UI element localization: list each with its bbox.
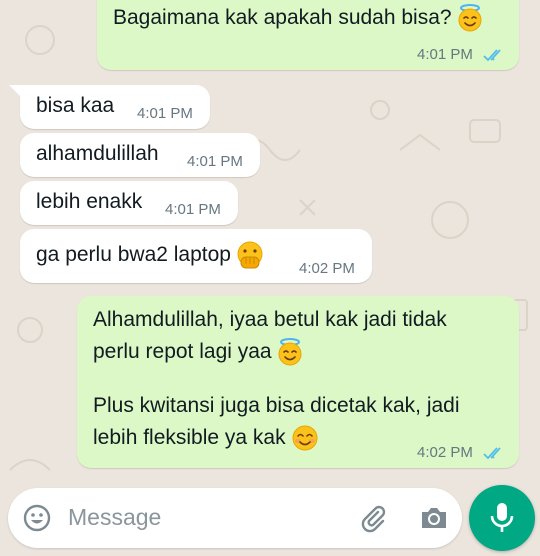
read-ticks-icon	[483, 49, 501, 62]
emoji-icon[interactable]	[22, 503, 52, 533]
message-time: 4:01 PM	[417, 46, 473, 63]
message-composer[interactable]: Message	[8, 488, 462, 548]
outgoing-message[interactable]: Alhamdulillah, iyaa betul kak jadi tidak…	[77, 296, 519, 468]
message-line: Alhamdulillah, iyaa betul kak jadi tidak	[93, 308, 447, 331]
message-text: Bagaimana kak apakah sudah bisa?	[113, 6, 452, 29]
message-time: 4:02 PM	[299, 260, 355, 277]
mic-icon	[490, 503, 514, 532]
message-text: bisa kaa	[36, 94, 115, 117]
message-text: alhamdulillah	[36, 142, 159, 165]
smiling-face-with-halo-emoji	[278, 338, 302, 366]
incoming-message[interactable]: ga perlu bwa2 laptop 4:02 PM	[20, 229, 372, 283]
attach-icon[interactable]	[358, 503, 388, 533]
camera-icon[interactable]	[419, 504, 449, 532]
smiling-face-with-halo-emoji	[458, 4, 482, 32]
message-line: perlu repot lagi yaa	[93, 340, 272, 363]
incoming-message[interactable]: lebih enakk 4:01 PM	[20, 181, 238, 225]
incoming-message[interactable]: alhamdulillah 4:01 PM	[20, 133, 260, 177]
message-time: 4:01 PM	[187, 153, 243, 170]
voice-message-button[interactable]	[469, 485, 535, 551]
read-ticks-icon	[483, 447, 501, 460]
face-with-hand-over-mouth-emoji	[237, 241, 263, 269]
message-text: lebih enakk	[36, 190, 143, 213]
incoming-message[interactable]: bisa kaa 4:01 PM	[9, 85, 210, 129]
smiling-face-with-smiling-eyes-emoji	[292, 425, 318, 451]
message-text: ga perlu bwa2 laptop	[36, 243, 231, 266]
message-line: Plus kwitansi juga bisa dicetak kak, jad…	[93, 394, 460, 417]
message-time: 4:01 PM	[165, 201, 221, 218]
message-time: 4:01 PM	[137, 105, 193, 122]
message-line: lebih fleksible ya kak	[93, 426, 286, 449]
message-time: 4:02 PM	[417, 444, 473, 461]
bubble-tail	[9, 85, 21, 97]
outgoing-message[interactable]: Bagaimana kak apakah sudah bisa? 4:01 PM	[97, 0, 519, 70]
message-input[interactable]: Message	[68, 504, 161, 531]
